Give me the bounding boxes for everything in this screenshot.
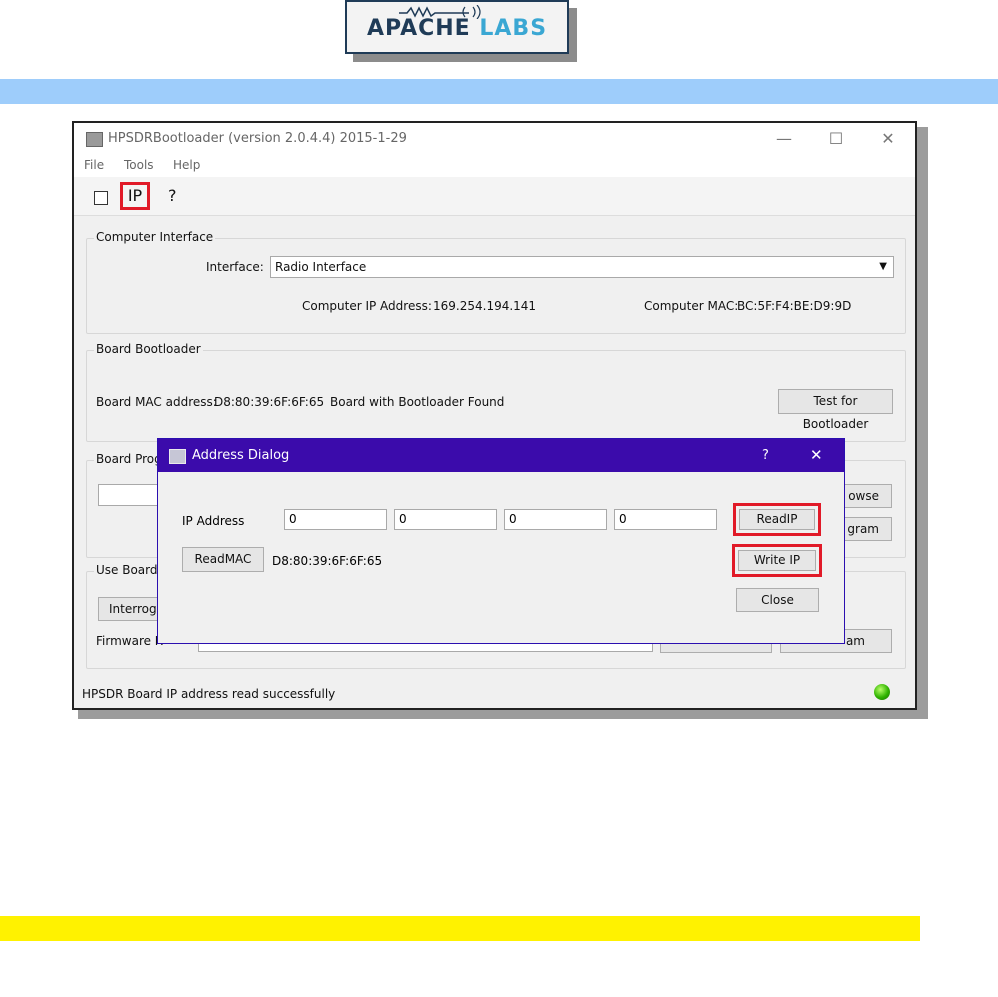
computer-mac-label: Computer MAC: — [644, 299, 739, 313]
readmac-button[interactable]: ReadMAC — [182, 547, 264, 572]
test-bootloader-button[interactable]: Test for Bootloader — [778, 389, 893, 431]
status-led-icon — [874, 684, 890, 700]
window-title: HPSDRBootloader (version 2.0.4.4) 2015-1… — [108, 131, 407, 146]
app-icon — [86, 132, 103, 147]
computer-ip-label: Computer IP Address: — [302, 299, 432, 313]
ip-toolbar-button[interactable]: IP — [120, 182, 150, 210]
ip-octet-3-input[interactable]: 0 — [504, 509, 607, 530]
menu-file[interactable]: File — [84, 158, 104, 172]
toolbar: IP ? — [74, 177, 915, 216]
help-toolbar-button[interactable]: ? — [168, 186, 177, 205]
menu-help[interactable]: Help — [173, 158, 200, 172]
computer-interface-group — [86, 238, 906, 334]
apache-labs-logo: APACHE LABS — [345, 0, 569, 54]
maximize-button[interactable]: ☐ — [816, 127, 856, 151]
dialog-close-button[interactable]: Close — [736, 588, 819, 612]
writeip-highlight: Write IP — [732, 544, 822, 577]
computer-interface-label: Computer Interface — [94, 230, 216, 244]
toolbar-checkbox[interactable] — [94, 191, 108, 205]
title-bar[interactable]: HPSDRBootloader (version 2.0.4.4) 2015-1… — [74, 123, 915, 155]
computer-mac-value: BC:5F:F4:BE:D9:9D — [737, 299, 852, 313]
readip-button[interactable]: ReadIP — [739, 509, 815, 530]
menu-bar: File Tools Help — [74, 155, 915, 177]
interface-value: Radio Interface — [275, 260, 367, 274]
dialog-close-icon[interactable]: ✕ — [810, 446, 823, 464]
readip-highlight: ReadIP — [733, 503, 821, 536]
dialog-title: Address Dialog — [192, 448, 290, 463]
firmware-label: Firmware R — [96, 634, 164, 648]
writeip-button[interactable]: Write IP — [738, 550, 816, 571]
logo-text-apache: APACHE — [366, 16, 471, 41]
address-dialog: Address Dialog ? ✕ IP Address 0 0 0 0 Re… — [157, 438, 845, 644]
header-band — [0, 79, 998, 104]
ip-octet-4-input[interactable]: 0 — [614, 509, 717, 530]
highlight-note-bar — [0, 916, 920, 941]
ip-address-label: IP Address — [182, 514, 245, 528]
dialog-mac-value: D8:80:39:6F:6F:65 — [272, 554, 383, 568]
menu-tools[interactable]: Tools — [124, 158, 154, 172]
interface-select[interactable]: Radio Interface ▼ — [270, 256, 894, 278]
board-bootloader-label: Board Bootloader — [94, 342, 203, 356]
logo-text-labs: LABS — [479, 16, 548, 41]
board-mac-value: D8:80:39:6F:6F:65 — [214, 395, 325, 409]
dialog-help-button[interactable]: ? — [762, 448, 769, 463]
chevron-down-icon: ▼ — [879, 261, 887, 272]
bootloader-status: Board with Bootloader Found — [330, 395, 505, 409]
minimize-button[interactable]: — — [764, 127, 804, 151]
close-window-button[interactable]: ✕ — [868, 127, 908, 151]
computer-ip-value: 169.254.194.141 — [433, 299, 537, 313]
ip-octet-2-input[interactable]: 0 — [394, 509, 497, 530]
ip-octet-1-input[interactable]: 0 — [284, 509, 387, 530]
status-bar: HPSDR Board IP address read successfully — [74, 679, 915, 708]
dialog-app-icon — [169, 449, 186, 464]
board-mac-label: Board MAC address: — [96, 395, 217, 409]
interface-label: Interface: — [206, 260, 264, 274]
status-text: HPSDR Board IP address read successfully — [82, 687, 336, 701]
dialog-title-bar[interactable]: Address Dialog ? ✕ — [158, 439, 844, 472]
